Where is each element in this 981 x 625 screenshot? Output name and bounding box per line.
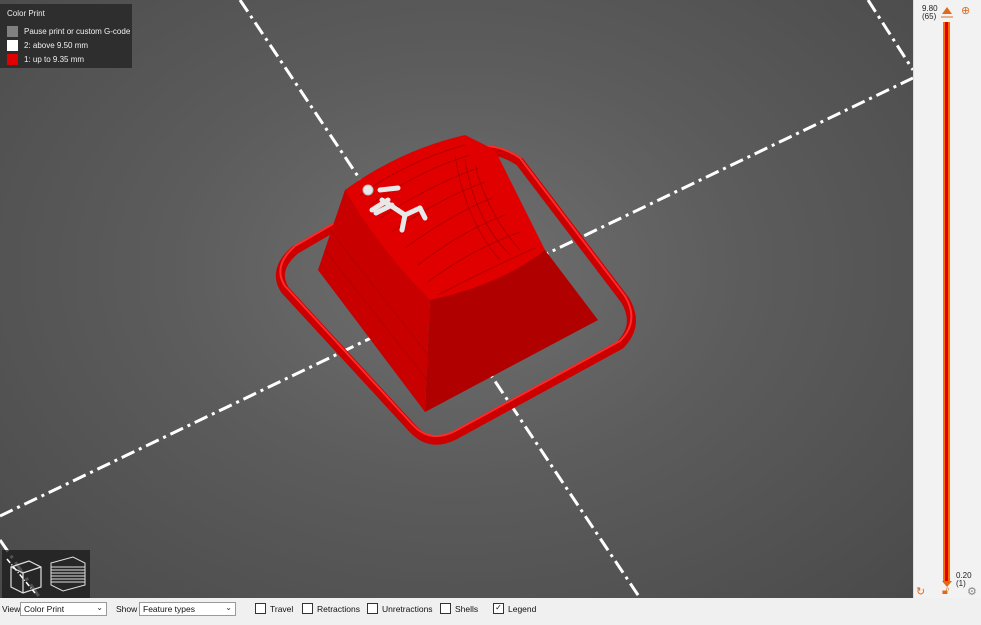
checkbox-box[interactable]	[440, 603, 451, 614]
checkbox-box[interactable]	[367, 603, 378, 614]
legend-swatch-white	[7, 39, 18, 51]
checkbox-box[interactable]	[302, 603, 313, 614]
show-label: Show	[116, 604, 138, 614]
checkbox-label: Retractions	[317, 603, 360, 614]
chevron-down-icon: ⌄	[225, 603, 232, 612]
legend-label: 2: above 9.50 mm	[24, 40, 89, 50]
checkbox-label: Travel	[270, 603, 294, 614]
checkbox-box[interactable]	[255, 603, 266, 614]
reset-icon[interactable]: ↻	[916, 585, 925, 598]
travel-checkbox[interactable]: Travel	[255, 603, 293, 614]
view-label: View	[2, 604, 21, 614]
bed-scene	[0, 0, 913, 598]
legend-swatch-red	[7, 53, 18, 65]
unretractions-checkbox[interactable]: Unretractions	[367, 603, 433, 614]
shells-checkbox[interactable]: Shells	[440, 603, 478, 614]
view-select[interactable]: Color Print ⌄	[20, 602, 107, 616]
iso-view-cube-icon[interactable]	[5, 553, 45, 595]
layer-slider[interactable]: 9.80 (65) ⊕ 0.20 (1) ↻ 🔓︎ ⚙	[913, 0, 981, 598]
view-toolbar	[2, 550, 90, 598]
checkmark-icon[interactable]: ✓	[493, 603, 504, 614]
checkbox-label: Unretractions	[382, 603, 433, 614]
legend-label: 1: up to 9.35 mm	[24, 54, 85, 64]
lock-icon[interactable]: 🔓︎	[942, 585, 949, 598]
legend-checkbox[interactable]: ✓ Legend	[493, 603, 536, 614]
checkbox-label: Shells	[455, 603, 479, 614]
legend-item: 2: above 9.50 mm	[7, 39, 88, 51]
retractions-checkbox[interactable]: Retractions	[302, 603, 360, 614]
slider-track[interactable]	[943, 22, 950, 582]
settings-gear-icon[interactable]: ⚙	[967, 585, 977, 598]
slider-top-layer: (65)	[922, 12, 937, 21]
slider-bottom-layer: (1)	[956, 579, 966, 588]
show-select-value: Feature types	[143, 604, 195, 614]
color-print-legend: Color Print Pause print or custom G-code…	[0, 4, 132, 68]
show-select[interactable]: Feature types ⌄	[139, 602, 236, 616]
legend-item: 1: up to 9.35 mm	[7, 53, 84, 65]
bottom-toolbar: View Color Print ⌄ Show Feature types ⌄ …	[0, 598, 981, 625]
checkbox-label: Legend	[508, 603, 537, 614]
plus-icon[interactable]: ⊕	[961, 4, 970, 17]
legend-swatch-pause	[7, 25, 18, 37]
view-select-value: Color Print	[24, 604, 65, 614]
legend-title: Color Print	[7, 9, 45, 18]
3d-preview-viewport[interactable]: Color Print Pause print or custom G-code…	[0, 0, 913, 598]
chevron-down-icon: ⌄	[96, 603, 103, 612]
legend-label: Pause print or custom G-code	[24, 26, 131, 36]
legend-item: Pause print or custom G-code	[7, 25, 130, 37]
layers-view-icon[interactable]	[47, 553, 87, 595]
slider-top-thumb[interactable]	[940, 6, 954, 20]
